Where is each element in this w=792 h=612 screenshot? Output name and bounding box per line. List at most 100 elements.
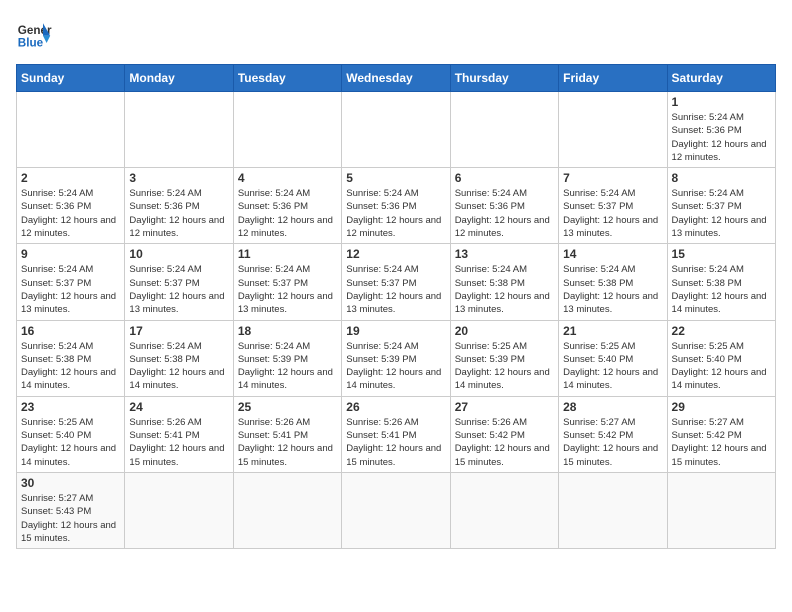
day-info: Sunrise: 5:26 AM Sunset: 5:41 PM Dayligh… xyxy=(238,416,337,469)
day-number: 6 xyxy=(455,171,554,185)
day-info: Sunrise: 5:24 AM Sunset: 5:37 PM Dayligh… xyxy=(672,187,771,240)
day-number: 30 xyxy=(21,476,120,490)
day-number: 25 xyxy=(238,400,337,414)
day-number: 21 xyxy=(563,324,662,338)
calendar-cell: 8 Sunrise: 5:24 AM Sunset: 5:37 PM Daylig… xyxy=(667,168,775,244)
day-info: Sunrise: 5:25 AM Sunset: 5:40 PM Dayligh… xyxy=(672,340,771,393)
day-info: Sunrise: 5:27 AM Sunset: 5:43 PM Dayligh… xyxy=(21,492,120,545)
day-info: Sunrise: 5:27 AM Sunset: 5:42 PM Dayligh… xyxy=(563,416,662,469)
calendar-cell xyxy=(233,92,341,168)
day-number: 26 xyxy=(346,400,445,414)
calendar-cell: 26 Sunrise: 5:26 AM Sunset: 5:41 PM Dayli… xyxy=(342,396,450,472)
day-number: 29 xyxy=(672,400,771,414)
day-info: Sunrise: 5:26 AM Sunset: 5:42 PM Dayligh… xyxy=(455,416,554,469)
day-number: 17 xyxy=(129,324,228,338)
calendar-cell: 11 Sunrise: 5:24 AM Sunset: 5:37 PM Dayli… xyxy=(233,244,341,320)
calendar-cell: 1 Sunrise: 5:24 AM Sunset: 5:36 PM Daylig… xyxy=(667,92,775,168)
week-row-1: 2 Sunrise: 5:24 AM Sunset: 5:36 PM Daylig… xyxy=(17,168,776,244)
calendar-cell: 23 Sunrise: 5:25 AM Sunset: 5:40 PM Dayli… xyxy=(17,396,125,472)
day-info: Sunrise: 5:25 AM Sunset: 5:40 PM Dayligh… xyxy=(563,340,662,393)
week-row-0: 1 Sunrise: 5:24 AM Sunset: 5:36 PM Daylig… xyxy=(17,92,776,168)
day-info: Sunrise: 5:24 AM Sunset: 5:36 PM Dayligh… xyxy=(455,187,554,240)
day-number: 7 xyxy=(563,171,662,185)
calendar-cell xyxy=(559,92,667,168)
calendar-cell: 29 Sunrise: 5:27 AM Sunset: 5:42 PM Dayli… xyxy=(667,396,775,472)
calendar-cell xyxy=(559,472,667,548)
calendar-cell: 24 Sunrise: 5:26 AM Sunset: 5:41 PM Dayli… xyxy=(125,396,233,472)
day-number: 8 xyxy=(672,171,771,185)
calendar-cell: 3 Sunrise: 5:24 AM Sunset: 5:36 PM Daylig… xyxy=(125,168,233,244)
calendar-cell: 14 Sunrise: 5:24 AM Sunset: 5:38 PM Dayli… xyxy=(559,244,667,320)
day-info: Sunrise: 5:24 AM Sunset: 5:39 PM Dayligh… xyxy=(238,340,337,393)
day-info: Sunrise: 5:24 AM Sunset: 5:38 PM Dayligh… xyxy=(129,340,228,393)
day-info: Sunrise: 5:27 AM Sunset: 5:42 PM Dayligh… xyxy=(672,416,771,469)
calendar-cell xyxy=(342,472,450,548)
calendar-cell: 21 Sunrise: 5:25 AM Sunset: 5:40 PM Dayli… xyxy=(559,320,667,396)
week-row-4: 23 Sunrise: 5:25 AM Sunset: 5:40 PM Dayli… xyxy=(17,396,776,472)
day-number: 3 xyxy=(129,171,228,185)
calendar-cell xyxy=(342,92,450,168)
calendar-cell: 5 Sunrise: 5:24 AM Sunset: 5:36 PM Daylig… xyxy=(342,168,450,244)
day-info: Sunrise: 5:24 AM Sunset: 5:38 PM Dayligh… xyxy=(21,340,120,393)
day-number: 5 xyxy=(346,171,445,185)
day-number: 23 xyxy=(21,400,120,414)
day-info: Sunrise: 5:25 AM Sunset: 5:39 PM Dayligh… xyxy=(455,340,554,393)
day-number: 14 xyxy=(563,247,662,261)
calendar-cell xyxy=(233,472,341,548)
day-number: 13 xyxy=(455,247,554,261)
week-row-5: 30 Sunrise: 5:27 AM Sunset: 5:43 PM Dayli… xyxy=(17,472,776,548)
calendar-cell: 4Sunrise: 5:24 AM Sunset: 5:36 PM Daylig… xyxy=(233,168,341,244)
calendar-cell: 15 Sunrise: 5:24 AM Sunset: 5:38 PM Dayli… xyxy=(667,244,775,320)
day-number: 18 xyxy=(238,324,337,338)
day-number: 9 xyxy=(21,247,120,261)
weekday-header-saturday: Saturday xyxy=(667,65,775,92)
day-info: Sunrise: 5:24 AM Sunset: 5:37 PM Dayligh… xyxy=(129,263,228,316)
day-info: Sunrise: 5:24 AM Sunset: 5:36 PM Dayligh… xyxy=(672,111,771,164)
day-info: Sunrise: 5:25 AM Sunset: 5:40 PM Dayligh… xyxy=(21,416,120,469)
day-info: Sunrise: 5:24 AM Sunset: 5:37 PM Dayligh… xyxy=(238,263,337,316)
calendar-cell: 2Sunrise: 5:24 AM Sunset: 5:36 PM Daylig… xyxy=(17,168,125,244)
day-info: Sunrise: 5:24 AM Sunset: 5:38 PM Dayligh… xyxy=(563,263,662,316)
day-info: Sunrise: 5:24 AM Sunset: 5:39 PM Dayligh… xyxy=(346,340,445,393)
day-info: Sunrise: 5:24 AM Sunset: 5:36 PM Dayligh… xyxy=(129,187,228,240)
calendar-cell xyxy=(125,472,233,548)
day-number: 12 xyxy=(346,247,445,261)
week-row-2: 9 Sunrise: 5:24 AM Sunset: 5:37 PM Daylig… xyxy=(17,244,776,320)
weekday-header-sunday: Sunday xyxy=(17,65,125,92)
day-info: Sunrise: 5:24 AM Sunset: 5:36 PM Dayligh… xyxy=(238,187,337,240)
logo: General Blue xyxy=(16,16,52,52)
day-number: 1 xyxy=(672,95,771,109)
day-number: 2 xyxy=(21,171,120,185)
day-info: Sunrise: 5:24 AM Sunset: 5:37 PM Dayligh… xyxy=(21,263,120,316)
day-info: Sunrise: 5:26 AM Sunset: 5:41 PM Dayligh… xyxy=(129,416,228,469)
day-info: Sunrise: 5:24 AM Sunset: 5:38 PM Dayligh… xyxy=(455,263,554,316)
calendar-cell: 30 Sunrise: 5:27 AM Sunset: 5:43 PM Dayli… xyxy=(17,472,125,548)
calendar-cell: 28 Sunrise: 5:27 AM Sunset: 5:42 PM Dayli… xyxy=(559,396,667,472)
day-info: Sunrise: 5:24 AM Sunset: 5:36 PM Dayligh… xyxy=(346,187,445,240)
day-number: 20 xyxy=(455,324,554,338)
weekday-header-monday: Monday xyxy=(125,65,233,92)
day-number: 24 xyxy=(129,400,228,414)
week-row-3: 16Sunrise: 5:24 AM Sunset: 5:38 PM Dayli… xyxy=(17,320,776,396)
weekday-header-row: SundayMondayTuesdayWednesdayThursdayFrid… xyxy=(17,65,776,92)
weekday-header-tuesday: Tuesday xyxy=(233,65,341,92)
calendar-cell: 17 Sunrise: 5:24 AM Sunset: 5:38 PM Dayli… xyxy=(125,320,233,396)
calendar-cell xyxy=(17,92,125,168)
day-info: Sunrise: 5:26 AM Sunset: 5:41 PM Dayligh… xyxy=(346,416,445,469)
calendar-table: SundayMondayTuesdayWednesdayThursdayFrid… xyxy=(16,64,776,549)
calendar-cell: 7 Sunrise: 5:24 AM Sunset: 5:37 PM Daylig… xyxy=(559,168,667,244)
calendar-cell: 6 Sunrise: 5:24 AM Sunset: 5:36 PM Daylig… xyxy=(450,168,558,244)
day-number: 15 xyxy=(672,247,771,261)
day-info: Sunrise: 5:24 AM Sunset: 5:38 PM Dayligh… xyxy=(672,263,771,316)
calendar-cell: 12Sunrise: 5:24 AM Sunset: 5:37 PM Dayli… xyxy=(342,244,450,320)
calendar-cell: 19 Sunrise: 5:24 AM Sunset: 5:39 PM Dayli… xyxy=(342,320,450,396)
calendar-cell xyxy=(667,472,775,548)
weekday-header-wednesday: Wednesday xyxy=(342,65,450,92)
day-info: Sunrise: 5:24 AM Sunset: 5:37 PM Dayligh… xyxy=(563,187,662,240)
day-number: 28 xyxy=(563,400,662,414)
calendar-cell xyxy=(125,92,233,168)
calendar-cell: 9 Sunrise: 5:24 AM Sunset: 5:37 PM Daylig… xyxy=(17,244,125,320)
header: General Blue xyxy=(16,16,776,52)
day-number: 19 xyxy=(346,324,445,338)
day-number: 11 xyxy=(238,247,337,261)
